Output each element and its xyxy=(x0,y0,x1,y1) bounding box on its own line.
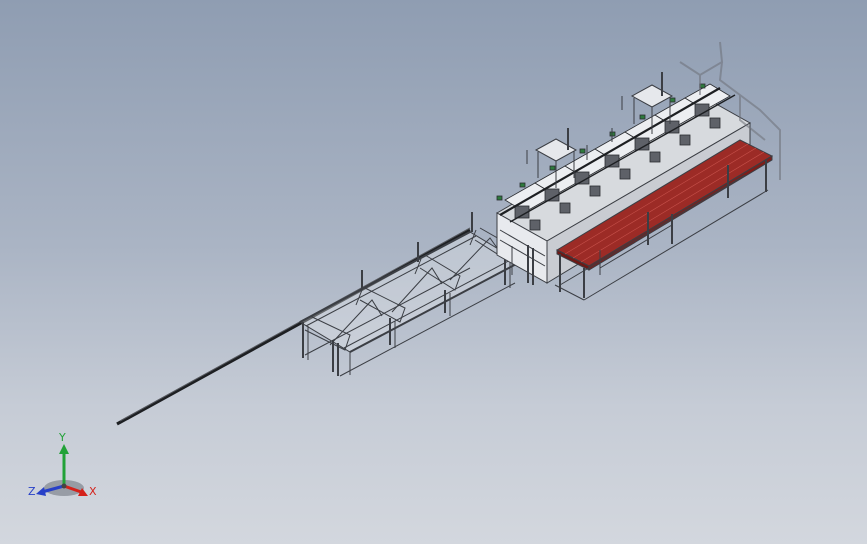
y-axis-label: Y xyxy=(59,431,66,444)
graphics-viewport[interactable]: Y Z X xyxy=(0,0,867,544)
infeed-rack-frame xyxy=(298,212,522,377)
coordinate-triad: Y Z X xyxy=(26,430,106,502)
z-axis-label: Z xyxy=(28,485,36,498)
assembly-model[interactable] xyxy=(0,0,867,544)
x-axis-label: X xyxy=(89,485,97,498)
